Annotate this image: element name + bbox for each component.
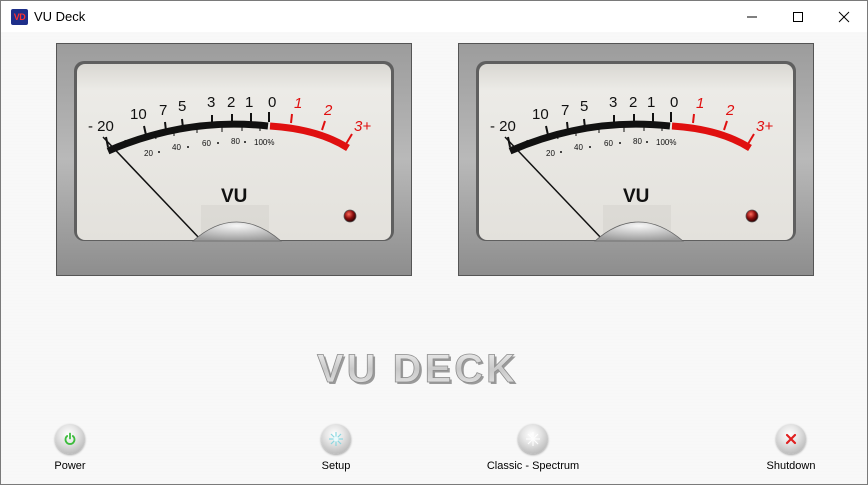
maximize-icon	[793, 11, 803, 22]
db-label: 3	[609, 94, 617, 111]
percent-label: 60	[604, 139, 613, 148]
setup-control[interactable]: Setup	[306, 424, 366, 472]
peak-led	[745, 209, 759, 223]
db-label: 7	[159, 102, 167, 119]
db-label: 5	[580, 98, 588, 115]
db-label: 1	[647, 94, 655, 111]
db-label: 1	[245, 94, 253, 111]
mode-button[interactable]	[518, 424, 548, 454]
setup-label: Setup	[321, 460, 351, 472]
app-logo: VU DECK VU DECK	[315, 347, 555, 393]
shutdown-control[interactable]: Shutdown	[756, 424, 826, 472]
power-label: Power	[54, 460, 86, 472]
logo-text: VU DECK	[317, 348, 518, 391]
percent-label: 40	[172, 143, 181, 152]
percent-label: 20	[546, 149, 555, 158]
minimize-icon	[747, 16, 757, 17]
db-label: 10	[130, 106, 147, 123]
window-title: VU Deck	[34, 9, 86, 24]
vu-meter-right: - 20 10 7 5 3 2 1 0 1 2 3+ 20 40 60 80 1…	[458, 43, 814, 276]
db-label-red: 2	[323, 102, 333, 119]
close-icon	[838, 11, 850, 22]
power-button[interactable]	[55, 424, 85, 454]
power-control[interactable]: Power	[40, 424, 100, 472]
minimize-button[interactable]	[729, 1, 775, 32]
db-label: - 20	[88, 118, 114, 135]
close-button[interactable]	[821, 1, 867, 32]
shutdown-icon	[785, 433, 797, 445]
percent-label: 100%	[254, 138, 274, 147]
vu-meter-left: - 20 10 7 5 3 2 1 0 1 2 3+ 20 40 60 80 1…	[56, 43, 412, 276]
shutdown-label: Shutdown	[766, 460, 816, 472]
mode-control[interactable]: Classic - Spectrum	[473, 424, 593, 472]
title-bar[interactable]: VD VU Deck	[1, 1, 867, 32]
shutdown-button[interactable]	[776, 424, 806, 454]
peak-led	[343, 209, 357, 223]
db-label-red: 3+	[756, 118, 773, 135]
mode-label: Classic - Spectrum	[486, 460, 580, 472]
db-label-red: 2	[725, 102, 735, 119]
percent-label: 80	[633, 137, 642, 146]
maximize-button[interactable]	[775, 1, 821, 32]
db-label-red: 1	[294, 95, 302, 112]
db-label: 3	[207, 94, 215, 111]
db-label: 7	[561, 102, 569, 119]
percent-label: 40	[574, 143, 583, 152]
db-label: 2	[227, 94, 235, 111]
db-label: - 20	[490, 118, 516, 135]
db-label: 2	[629, 94, 637, 111]
db-label: 0	[670, 94, 678, 111]
db-label: 0	[268, 94, 276, 111]
power-icon	[64, 432, 76, 445]
mode-icon	[526, 432, 540, 446]
setup-button[interactable]	[321, 424, 351, 454]
vu-label: VU	[221, 186, 247, 207]
percent-label: 20	[144, 149, 153, 158]
main-content: - 20 10 7 5 3 2 1 0 1 2 3+ 20 40 60 80 1…	[1, 32, 867, 484]
vu-label: VU	[623, 186, 649, 207]
app-window: VD VU Deck - 20 10 7 5 3 2 1 0 1 2 3+ 20…	[0, 0, 868, 485]
db-label-red: 3+	[354, 118, 371, 135]
setup-icon	[329, 432, 343, 446]
db-label: 5	[178, 98, 186, 115]
percent-label: 100%	[656, 138, 676, 147]
db-label: 10	[532, 106, 549, 123]
percent-label: 60	[202, 139, 211, 148]
percent-label: 80	[231, 137, 240, 146]
app-icon: VD	[11, 9, 28, 25]
db-label-red: 1	[696, 95, 704, 112]
